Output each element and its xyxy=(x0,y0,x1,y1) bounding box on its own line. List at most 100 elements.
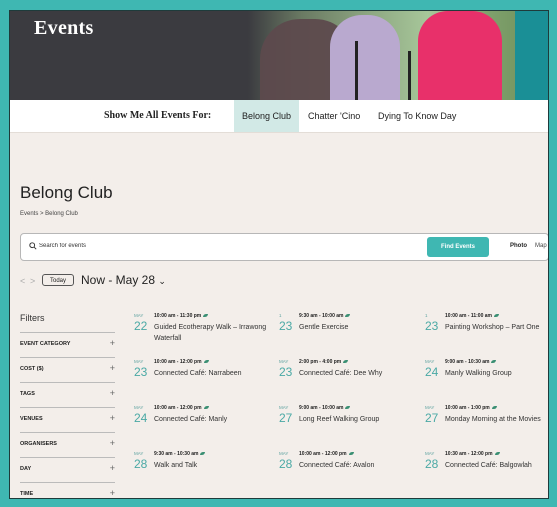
walking-pole xyxy=(408,51,411,100)
filter-organisers[interactable]: ORGANISERS + xyxy=(20,432,115,457)
event-time: 10:00 am - 11:00 am xyxy=(445,313,499,319)
event-card[interactable]: MAY 28 9:30 am - 10:30 am Walk and Talk xyxy=(134,451,279,491)
chip-dying-to-know-day[interactable]: Dying To Know Day xyxy=(370,100,464,132)
view-photo-toggle[interactable]: Photo xyxy=(510,243,527,249)
event-card[interactable]: MAY 28 10:00 am - 12:00 pm Connected Caf… xyxy=(279,451,424,491)
event-card[interactable]: MAY 24 9:00 am - 10:30 am Manly Walking … xyxy=(425,359,548,399)
page-frame: Events Show Me All Events For: Belong Cl… xyxy=(9,10,549,499)
filter-time[interactable]: TIME + xyxy=(20,482,115,498)
event-day: 23 xyxy=(279,319,293,333)
plus-icon: + xyxy=(109,388,115,398)
event-month: 1 xyxy=(425,313,428,318)
event-title[interactable]: Connected Café: Balgowlah xyxy=(445,460,548,471)
date-range-selector[interactable]: Now - May 28 ⌄ xyxy=(81,273,166,287)
event-title[interactable]: Guided Ecotherapy Walk – Irrawong Waterf… xyxy=(154,322,278,344)
event-time: 10:30 am - 12:00 pm xyxy=(445,451,500,457)
leaf-icon xyxy=(203,360,209,364)
event-card[interactable]: MAY 22 10:00 am - 11:30 pm Guided Ecothe… xyxy=(134,313,279,353)
next-arrow-icon[interactable]: > xyxy=(30,276,35,286)
event-time: 9:30 am - 10:00 am xyxy=(299,313,351,319)
event-time: 9:30 am - 10:30 am xyxy=(154,451,206,457)
event-month: MAY xyxy=(134,359,144,364)
event-month: MAY xyxy=(134,451,144,456)
event-time: 10:00 am - 12:00 pm xyxy=(299,451,354,457)
hero-banner: Events xyxy=(10,11,548,100)
chip-belong-club[interactable]: Belong Club xyxy=(234,100,300,132)
find-events-button[interactable]: Find Events xyxy=(427,237,489,257)
hero-photo-person xyxy=(515,11,548,100)
event-day: 24 xyxy=(425,365,439,379)
event-month: MAY xyxy=(134,313,144,318)
leaf-icon xyxy=(345,406,351,410)
prev-arrow-icon[interactable]: < xyxy=(20,276,25,286)
event-card[interactable]: MAY 27 10:00 am - 1:00 pm Monday Morning… xyxy=(425,405,548,445)
filter-venues[interactable]: VENUES + xyxy=(20,407,115,432)
event-card[interactable]: MAY 27 9:00 am - 10:00 am Long Reef Walk… xyxy=(279,405,424,445)
event-day: 23 xyxy=(279,365,293,379)
event-day: 23 xyxy=(425,319,439,333)
leaf-icon xyxy=(343,360,349,364)
event-month: MAY xyxy=(134,405,144,410)
filters-title: Filters xyxy=(20,313,45,323)
event-card[interactable]: MAY 24 10:00 am - 12:00 pm Connected Caf… xyxy=(134,405,279,445)
event-day: 27 xyxy=(279,411,293,425)
event-card[interactable]: 1 23 9:30 am - 10:00 am Gentle Exercise xyxy=(279,313,424,353)
event-card[interactable]: MAY 28 10:30 am - 12:00 pm Connected Caf… xyxy=(425,451,548,491)
leaf-icon xyxy=(200,452,206,456)
breadcrumb[interactable]: Events > Belong Club xyxy=(20,211,78,217)
event-day: 22 xyxy=(134,319,148,333)
event-filter-bar: Show Me All Events For: Belong Club Chat… xyxy=(10,100,548,133)
event-time: 10:00 am - 11:30 pm xyxy=(154,313,209,319)
walking-pole xyxy=(355,41,358,100)
plus-icon: + xyxy=(109,413,115,423)
event-title[interactable]: Painting Workshop – Part One xyxy=(445,322,548,333)
event-card[interactable]: MAY 23 10:00 am - 12:00 pm Connected Caf… xyxy=(134,359,279,399)
date-range-label: Now - May 28 xyxy=(81,273,156,287)
event-title[interactable]: Monday Morning at the Movies xyxy=(445,414,548,425)
hero-title: Events xyxy=(34,17,94,39)
event-title[interactable]: Walk and Talk xyxy=(154,460,278,471)
event-month: MAY xyxy=(425,451,435,456)
hero-photo-person xyxy=(330,15,400,100)
event-title[interactable]: Connected Café: Avalon xyxy=(299,460,423,471)
plus-icon: + xyxy=(109,338,115,348)
filters-panel: Filters EVENT CATEGORY + COST ($) + TAGS + … xyxy=(20,313,115,498)
event-title[interactable]: Gentle Exercise xyxy=(299,322,423,333)
event-title[interactable]: Connected Café: Manly xyxy=(154,414,278,425)
event-day: 24 xyxy=(134,411,148,425)
chevron-down-icon: ⌄ xyxy=(158,276,166,286)
filter-day[interactable]: DAY + xyxy=(20,457,115,482)
today-button[interactable]: Today xyxy=(42,274,74,286)
event-month: MAY xyxy=(425,359,435,364)
plus-icon: + xyxy=(109,463,115,473)
leaf-icon xyxy=(491,360,497,364)
event-title[interactable]: Connected Café: Dee Why xyxy=(299,368,423,379)
leaf-icon xyxy=(493,314,499,318)
page-title: Belong Club xyxy=(20,183,113,202)
event-month: MAY xyxy=(425,405,435,410)
leaf-icon xyxy=(494,452,500,456)
filter-event-category[interactable]: EVENT CATEGORY + xyxy=(20,332,115,357)
event-time: 2:00 pm - 4:00 pm xyxy=(299,359,349,365)
view-map-toggle[interactable]: Map xyxy=(535,243,547,249)
event-time: 10:00 am - 12:00 pm xyxy=(154,405,209,411)
chip-chatter-cino[interactable]: Chatter 'Cino xyxy=(300,100,368,132)
filter-tags[interactable]: TAGS + xyxy=(20,382,115,407)
leaf-icon xyxy=(203,314,209,318)
event-title[interactable]: Manly Walking Group xyxy=(445,368,548,379)
event-title[interactable]: Long Reef Walking Group xyxy=(299,414,423,425)
leaf-icon xyxy=(203,406,209,410)
event-month: MAY xyxy=(279,451,289,456)
filter-cost[interactable]: COST ($) + xyxy=(20,357,115,382)
hero-photo-person xyxy=(418,11,502,100)
event-title[interactable]: Connected Café: Narrabeen xyxy=(154,368,278,379)
search-bar: Find Events Photo Map xyxy=(20,233,548,261)
leaf-icon xyxy=(491,406,497,410)
search-input[interactable] xyxy=(39,241,419,251)
event-card[interactable]: MAY 23 2:00 pm - 4:00 pm Connected Café:… xyxy=(279,359,424,399)
plus-icon: + xyxy=(109,438,115,448)
leaf-icon xyxy=(345,314,351,318)
event-day: 28 xyxy=(425,457,439,471)
event-card[interactable]: 1 23 10:00 am - 11:00 am Painting Worksh… xyxy=(425,313,548,353)
event-time: 9:00 am - 10:00 am xyxy=(299,405,351,411)
